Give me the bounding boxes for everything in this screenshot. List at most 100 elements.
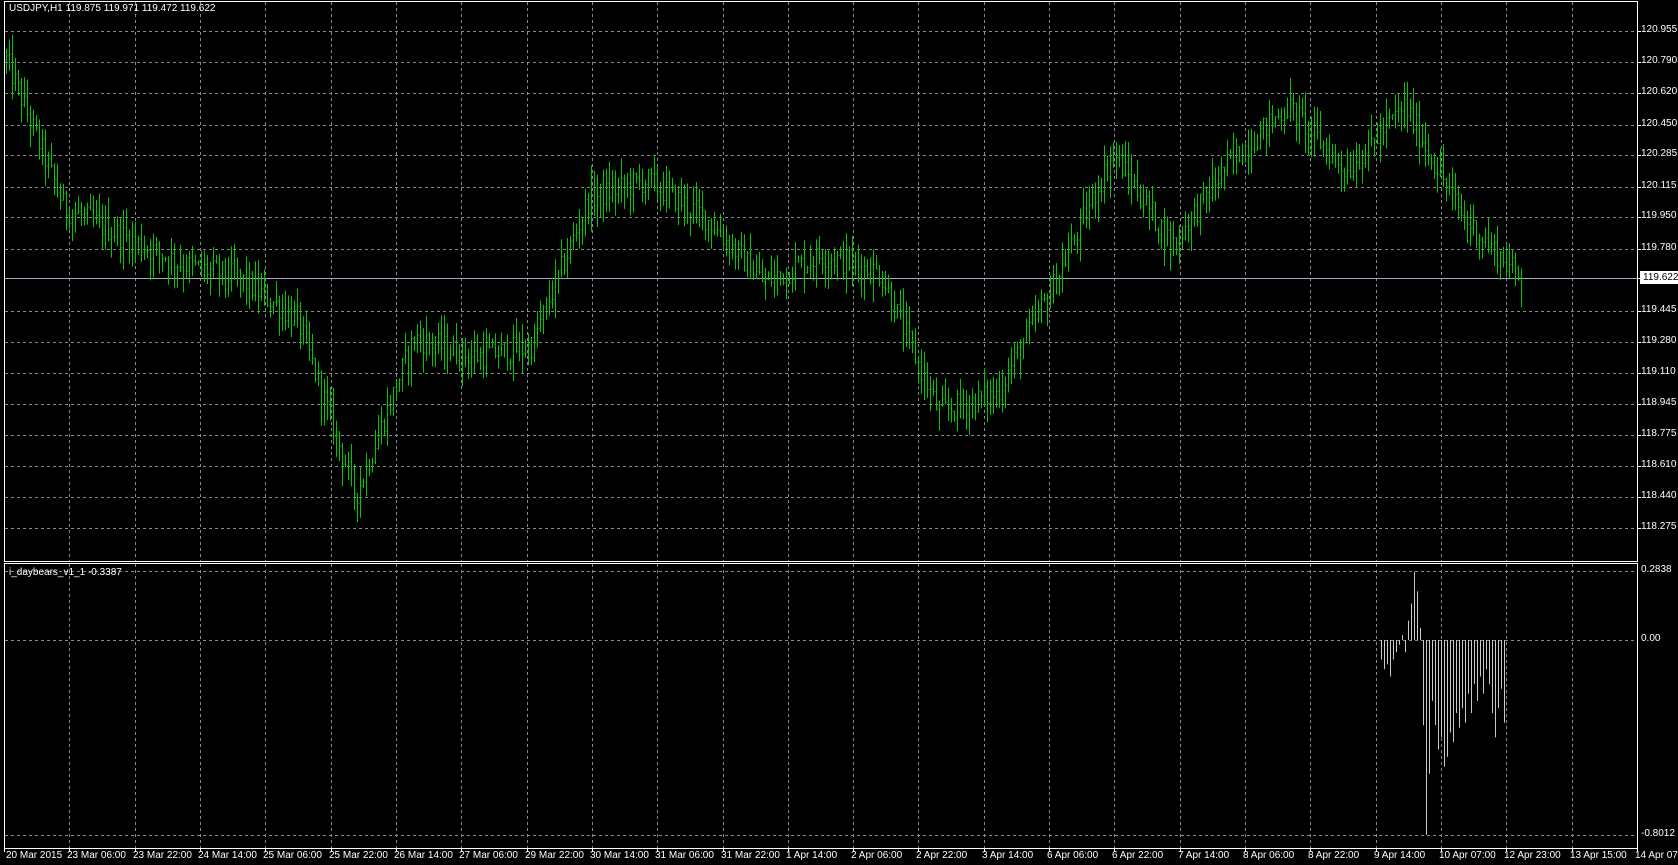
- ohlc-bar: [527, 333, 530, 366]
- ohlc-bar: [269, 297, 272, 318]
- ohlc-bar: [1346, 148, 1349, 185]
- ohlc-bar: [101, 204, 104, 250]
- ohlc-bar: [1058, 274, 1061, 296]
- ohlc-bar: [1454, 172, 1457, 211]
- ohlc-bar: [782, 273, 785, 286]
- ohlc-bar: [1508, 243, 1511, 279]
- ohlc-bar: [416, 324, 419, 354]
- ohlc-bar: [380, 406, 383, 445]
- time-tick-label: 30 Mar 14:00: [590, 850, 649, 861]
- ohlc-bar: [1163, 208, 1166, 267]
- ohlc-bar: [1100, 177, 1103, 202]
- ohlc-bar: [638, 163, 641, 191]
- ohlc-bar: [662, 171, 665, 206]
- time-tick-label: 8 Apr 22:00: [1308, 850, 1360, 861]
- ohlc-bar: [950, 397, 953, 423]
- ohlc-bar: [1355, 142, 1358, 188]
- ohlc-bar: [893, 290, 896, 323]
- ohlc-bar: [305, 310, 308, 344]
- ohlc-bar: [776, 255, 779, 296]
- ohlc-bar: [338, 431, 341, 462]
- ohlc-bar: [626, 172, 629, 199]
- ohlc-bar: [821, 248, 824, 275]
- ohlc-bar: [1490, 232, 1493, 255]
- ohlc-bar: [1403, 82, 1406, 129]
- chart-canvas[interactable]: [0, 0, 1678, 865]
- ohlc-bar: [1415, 102, 1418, 147]
- price-tick-label: 118.275: [1641, 521, 1677, 532]
- ohlc-bar: [236, 257, 239, 287]
- ohlc-bar: [1451, 167, 1454, 211]
- ohlc-bar: [818, 236, 821, 265]
- ohlc-bar: [1202, 181, 1205, 204]
- ohlc-bar: [656, 165, 659, 200]
- ohlc-bar: [728, 234, 731, 266]
- ohlc-bar: [524, 339, 527, 358]
- ohlc-bar: [1226, 139, 1229, 177]
- ohlc-bar: [803, 240, 806, 294]
- ohlc-bar: [1139, 184, 1142, 210]
- ohlc-bar: [386, 387, 389, 446]
- ohlc-bar: [1322, 140, 1325, 158]
- ohlc-bar: [578, 208, 581, 249]
- ohlc-bar: [665, 165, 668, 213]
- ohlc-bar: [5, 48, 8, 74]
- ohlc-bar: [1418, 100, 1421, 165]
- ohlc-bar: [542, 304, 545, 335]
- ohlc-bar: [749, 233, 752, 280]
- indicator-tick-label: 0.2838: [1641, 564, 1672, 575]
- ohlc-bar: [143, 235, 146, 261]
- ohlc-bar: [977, 380, 980, 413]
- ohlc-bar: [314, 357, 317, 383]
- ohlc-bar: [176, 264, 179, 288]
- price-tick-label: 120.790: [1641, 54, 1678, 66]
- ohlc-bar: [479, 346, 482, 371]
- ohlc-bar: [1199, 193, 1202, 236]
- ohlc-bar: [20, 78, 23, 123]
- time-tick-label: 10 Apr 07:00: [1439, 850, 1496, 861]
- ohlc-bar: [944, 378, 947, 405]
- ohlc-bar: [62, 183, 65, 201]
- ohlc-bar: [437, 322, 440, 354]
- ohlc-bar: [1214, 167, 1217, 201]
- time-tick-label: 6 Apr 06:00: [1047, 850, 1099, 861]
- ohlc-bar: [629, 168, 632, 216]
- ohlc-bar: [848, 246, 851, 271]
- ohlc-bar: [623, 174, 626, 209]
- ohlc-bar: [1511, 249, 1514, 274]
- ohlc-bar: [1304, 92, 1307, 154]
- ohlc-bar: [1502, 246, 1505, 268]
- ohlc-bar: [1514, 252, 1517, 287]
- ohlc-bar: [182, 254, 185, 293]
- ohlc-bar: [1043, 293, 1046, 302]
- ohlc-bar: [326, 376, 329, 420]
- ohlc-bar: [245, 256, 248, 306]
- ohlc-bar: [203, 250, 206, 282]
- ohlc-bar: [266, 284, 269, 308]
- ohlc-bar: [560, 239, 563, 278]
- ohlc-bar: [1397, 93, 1400, 123]
- ohlc-bar: [365, 452, 368, 497]
- ohlc-bar: [833, 247, 836, 275]
- ohlc-bar: [758, 251, 761, 275]
- ohlc-bar: [1085, 191, 1088, 229]
- ohlc-bar: [1070, 223, 1073, 254]
- ohlc-bar: [1238, 146, 1241, 163]
- ohlc-bar: [1208, 176, 1211, 213]
- price-tick-label: 120.955: [1641, 24, 1678, 35]
- ohlc-bar: [1232, 132, 1235, 175]
- ohlc-bar: [680, 177, 683, 212]
- ohlc-bar: [794, 242, 797, 291]
- price-tick-label: 119.280: [1641, 334, 1677, 346]
- ohlc-bar: [452, 335, 455, 357]
- ohlc-bar: [1187, 213, 1190, 243]
- ohlc-bar: [26, 79, 29, 123]
- ohlc-bar: [932, 380, 935, 396]
- ohlc-bar: [1334, 143, 1337, 168]
- ohlc-bar: [605, 168, 608, 212]
- ohlc-bar: [743, 234, 746, 272]
- time-tick-label: 9 Apr 14:00: [1374, 850, 1426, 861]
- time-tick-label: 26 Mar 14:00: [394, 850, 453, 861]
- ohlc-bar: [701, 190, 704, 231]
- ohlc-bar: [404, 332, 407, 364]
